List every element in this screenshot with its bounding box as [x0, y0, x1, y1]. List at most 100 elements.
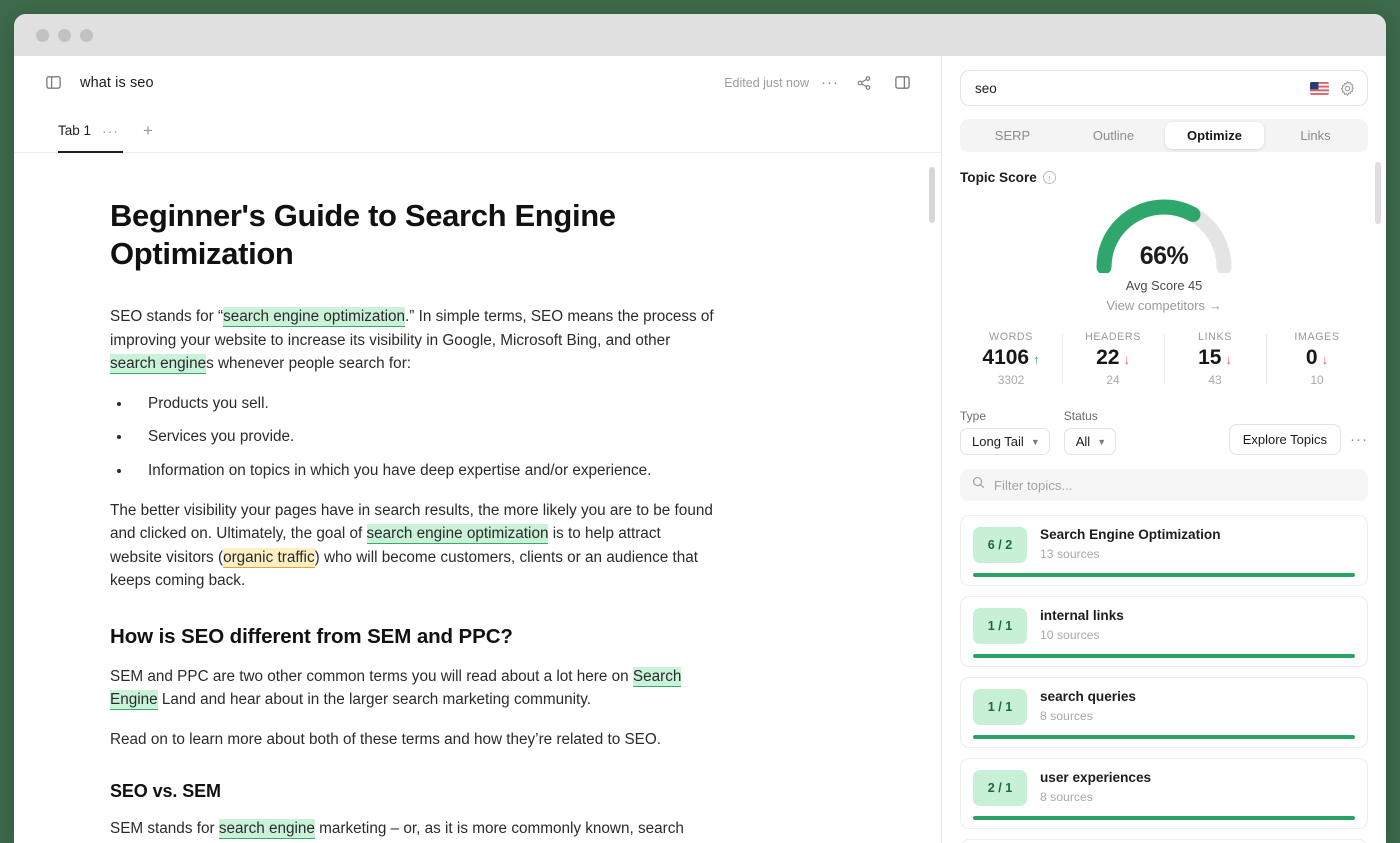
minimize-dot[interactable]	[58, 29, 71, 42]
type-filter-value: Long Tail	[972, 434, 1024, 449]
document-scrollbar[interactable]	[929, 167, 935, 223]
topics-list: 6 / 2 Search Engine Optimization 13 sour…	[960, 515, 1368, 843]
screen-root: what is seo Edited just now ···	[0, 0, 1400, 843]
tab-serp[interactable]: SERP	[963, 122, 1062, 149]
filters-row: Type Long Tail ▼ Status All ▼	[960, 409, 1368, 455]
topics-more-button[interactable]: ···	[1350, 432, 1368, 447]
trend-down-icon: ↓	[1225, 352, 1232, 367]
metric-label: HEADERS	[1062, 331, 1164, 343]
highlight-search-engine-1[interactable]: search engine	[110, 354, 206, 374]
p1-text-c: s whenever people search for:	[206, 355, 411, 372]
metric-sub: 3302	[960, 373, 1062, 387]
status-filter-group: Status All ▼	[1064, 409, 1116, 455]
filter-topics-input[interactable]	[994, 478, 1356, 493]
document-tabbar: Tab 1 ··· +	[14, 109, 941, 153]
p1-text-a: SEO stands for “	[110, 308, 223, 325]
highlight-organic-traffic[interactable]: organic traffic	[223, 548, 315, 568]
tab-links[interactable]: Links	[1266, 122, 1365, 149]
tab-1-menu-button[interactable]: ···	[102, 124, 119, 138]
search-icon	[972, 476, 985, 494]
topic-progress-bar	[973, 573, 1355, 577]
topic-main: 2 / 1 user experiences 8 sources	[973, 770, 1355, 816]
panel-tabs: SERP Outline Optimize Links	[960, 119, 1368, 152]
edited-status: Edited just now	[724, 76, 809, 90]
document-title[interactable]: what is seo	[80, 75, 154, 91]
table-row[interactable]: 6 / 2 Search Engine Optimization 13 sour…	[960, 515, 1368, 586]
topic-text: internal links 10 sources	[1040, 608, 1124, 642]
metric-value-wrap: 15 ↓	[1164, 346, 1266, 370]
document-header: what is seo Edited just now ···	[14, 56, 941, 109]
topic-progress-bar	[973, 816, 1355, 820]
add-tab-button[interactable]: +	[137, 109, 159, 152]
topic-name: internal links	[1040, 608, 1124, 625]
optimize-side-panel: SERP Outline Optimize Links Topic Score …	[942, 56, 1386, 843]
table-row[interactable]: 2 / 1 user experiences 8 sources	[960, 758, 1368, 829]
status-filter-select[interactable]: All ▼	[1064, 428, 1116, 455]
share-icon[interactable]	[851, 70, 877, 96]
info-icon[interactable]: i	[1043, 171, 1056, 184]
topic-text: user experiences 8 sources	[1040, 770, 1151, 804]
keyword-search-box[interactable]	[960, 70, 1368, 106]
list-item: Services you provide.	[132, 425, 714, 449]
document-scroll-area: Beginner's Guide to Search Engine Optimi…	[14, 153, 941, 843]
tab-1-label: Tab 1	[58, 123, 91, 138]
panel-scroll-area: Topic Score i 66% Avg Score 45	[942, 152, 1386, 843]
view-competitors-link[interactable]: View competitors →	[1106, 298, 1221, 313]
gear-icon[interactable]	[1339, 80, 1356, 97]
type-filter-select[interactable]: Long Tail ▼	[960, 428, 1050, 455]
list-item: Products you sell.	[132, 392, 714, 416]
keyword-search-input[interactable]	[975, 81, 1300, 96]
metric-words: WORDS 4106 ↑ 3302	[960, 331, 1062, 387]
status-badge: 6 / 2	[973, 527, 1027, 563]
metric-value-wrap: 0 ↓	[1266, 346, 1368, 370]
topic-main: 1 / 1 internal links 10 sources	[973, 608, 1355, 654]
metric-images: IMAGES 0 ↓ 10	[1266, 331, 1368, 387]
type-filter-label: Type	[960, 409, 1050, 423]
p3-text-b: Land and hear about in the larger search…	[158, 691, 591, 708]
status-badge: 1 / 1	[973, 689, 1027, 725]
window-titlebar	[14, 14, 1386, 56]
type-filter-group: Type Long Tail ▼	[960, 409, 1050, 455]
filter-topics-box[interactable]	[960, 469, 1368, 501]
status-badge: 2 / 1	[973, 770, 1027, 806]
explore-topics-button[interactable]: Explore Topics	[1229, 424, 1341, 455]
topic-score-gauge-wrap: 66% Avg Score 45 View competitors →	[960, 191, 1368, 313]
document-pane: what is seo Edited just now ···	[14, 56, 942, 843]
topic-text: search queries 8 sources	[1040, 689, 1136, 723]
highlight-search-engine-3[interactable]: search engine	[219, 819, 315, 839]
panel-scrollbar[interactable]	[1375, 162, 1381, 224]
highlight-search-engine-optimization-2[interactable]: search engine optimization	[367, 524, 549, 544]
table-row[interactable]: 2 / 3 organic traffic 7 sources	[960, 839, 1368, 843]
filters-actions: Explore Topics ···	[1229, 424, 1368, 455]
status-badge: 1 / 1	[973, 608, 1027, 644]
document-header-actions: Edited just now ···	[724, 70, 915, 96]
metric-value-wrap: 4106 ↑	[960, 346, 1062, 370]
metric-sub: 24	[1062, 373, 1164, 387]
topic-sources: 10 sources	[1040, 628, 1124, 642]
paragraph-5: SEM stands for search engine marketing –…	[110, 817, 714, 843]
tab-optimize[interactable]: Optimize	[1165, 122, 1264, 149]
maximize-dot[interactable]	[80, 29, 93, 42]
tab-outline[interactable]: Outline	[1064, 122, 1163, 149]
topic-score-gauge: 66%	[1088, 191, 1240, 273]
table-row[interactable]: 1 / 1 search queries 8 sources	[960, 677, 1368, 748]
highlight-search-engine-optimization-1[interactable]: search engine optimization	[223, 307, 405, 327]
trend-up-icon: ↑	[1033, 352, 1040, 367]
table-row[interactable]: 1 / 1 internal links 10 sources	[960, 596, 1368, 667]
metric-sub: 43	[1164, 373, 1266, 387]
tab-1[interactable]: Tab 1 ···	[58, 110, 123, 153]
paragraph-1: SEO stands for “search engine optimizati…	[110, 305, 714, 376]
topic-score-label: Topic Score	[960, 170, 1037, 185]
section-heading-seo-vs-sem: SEO vs. SEM	[110, 781, 714, 802]
metric-label: WORDS	[960, 331, 1062, 343]
status-filter-value: All	[1076, 434, 1090, 449]
close-dot[interactable]	[36, 29, 49, 42]
us-flag-icon[interactable]	[1310, 82, 1329, 95]
panel-left-icon[interactable]	[40, 70, 66, 96]
document-content[interactable]: Beginner's Guide to Search Engine Optimi…	[14, 153, 804, 843]
trend-down-icon: ↓	[1322, 352, 1329, 367]
paragraph-3: SEM and PPC are two other common terms y…	[110, 665, 714, 712]
panel-right-icon[interactable]	[889, 70, 915, 96]
metric-label: LINKS	[1164, 331, 1266, 343]
document-more-button[interactable]: ···	[821, 75, 839, 90]
